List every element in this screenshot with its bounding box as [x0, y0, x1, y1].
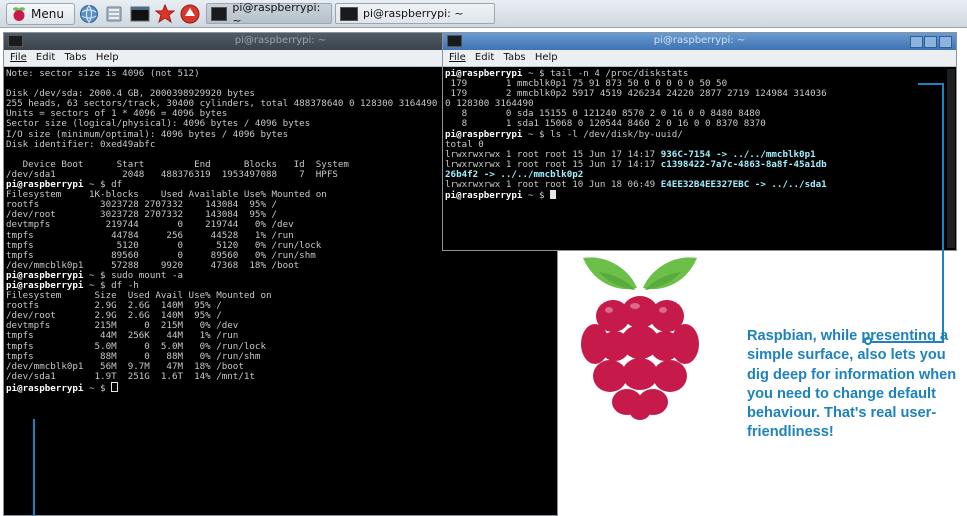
- menu-button[interactable]: Menu: [6, 3, 75, 25]
- link-target: -> ../../sda1: [749, 179, 827, 191]
- terminal-line: pi@raspberrypi ~ $: [6, 381, 555, 394]
- task-label: pi@raspberrypi: ~: [363, 7, 464, 20]
- menu-edit[interactable]: Edit: [475, 52, 494, 63]
- menu-bar: File Edit Tabs Help: [443, 50, 956, 67]
- shell-command: ~ $: [522, 190, 551, 202]
- taskbar: Menu pi@raspberrypi: ~ pi@raspberrypi: ~: [0, 0, 967, 28]
- terminal-window-right[interactable]: pi@raspberrypi: ~ File Edit Tabs Help pi…: [442, 32, 957, 251]
- scrollbar[interactable]: [947, 69, 955, 248]
- raspberry-pi-logo: [581, 257, 699, 420]
- uuid-link: c1398422-7a7c-4863-8a8f-45a1db: [660, 158, 827, 170]
- shell-prompt: pi@raspberrypi: [6, 382, 84, 394]
- terminal-line: pi@raspberrypi ~ $ ls -l /dev/disk/by-uu…: [445, 128, 946, 140]
- menu-label: Menu: [31, 7, 64, 21]
- shell-command: ~ $ ls -l /dev/disk/by-uuid/: [522, 128, 683, 140]
- terminal-icon: [340, 6, 358, 21]
- menu-tabs[interactable]: Tabs: [64, 52, 86, 63]
- leader-line: [918, 83, 944, 85]
- title-bar[interactable]: pi@raspberrypi: ~: [443, 33, 956, 50]
- window-title: pi@raspberrypi: ~: [653, 35, 746, 46]
- raspberry-logo-icon: [13, 7, 25, 21]
- wolfram-icon[interactable]: [180, 4, 200, 24]
- terminal-line: lrwxrwxrwx 1 root root 10 Jun 18 06:49 E…: [445, 179, 946, 191]
- task-label: pi@raspberrypi: ~: [232, 0, 321, 27]
- minimize-button[interactable]: [910, 36, 923, 48]
- callout-text: Raspbian, while presenting a simple surf…: [747, 328, 957, 441]
- close-button[interactable]: [939, 36, 952, 48]
- menu-file[interactable]: File: [10, 52, 27, 63]
- terminal-line: /dev/sda1 1.9T 251G 1.6T 14% /mnt/1t: [6, 370, 255, 382]
- uuid-link: E4EE32B4EE327EBC: [660, 179, 750, 191]
- shell-prompt: pi@raspberrypi: [445, 128, 523, 140]
- maximize-button[interactable]: [924, 36, 937, 48]
- listing-prefix: lrwxrwxrwx 1 root root 10 Jun 18 06:49: [445, 179, 661, 191]
- menu-edit[interactable]: Edit: [36, 52, 55, 63]
- shell-command: ~ $: [83, 382, 112, 394]
- taskbar-task-terminal-2[interactable]: pi@raspberrypi: ~: [335, 3, 495, 24]
- file-manager-icon[interactable]: [104, 4, 124, 24]
- menu-help[interactable]: Help: [96, 52, 119, 63]
- terminal-output[interactable]: pi@raspberrypi ~ $ tail -n 4 /proc/disks…: [445, 69, 946, 250]
- web-browser-icon[interactable]: [79, 4, 99, 24]
- menu-tabs[interactable]: Tabs: [503, 52, 525, 63]
- menu-help[interactable]: Help: [535, 52, 558, 63]
- text-cursor: [111, 381, 119, 392]
- taskbar-task-terminal-1[interactable]: pi@raspberrypi: ~: [206, 0, 332, 27]
- shell-prompt: pi@raspberrypi: [445, 190, 523, 202]
- mathematica-icon[interactable]: [155, 4, 175, 24]
- leader-line: [942, 83, 944, 342]
- terminal-line: pi@raspberrypi ~ $: [445, 190, 946, 202]
- terminal-icon: [211, 6, 228, 21]
- text-cursor: [550, 190, 557, 200]
- leader-line: [33, 419, 35, 516]
- terminal-icon[interactable]: [130, 4, 150, 24]
- menu-file[interactable]: File: [449, 52, 466, 63]
